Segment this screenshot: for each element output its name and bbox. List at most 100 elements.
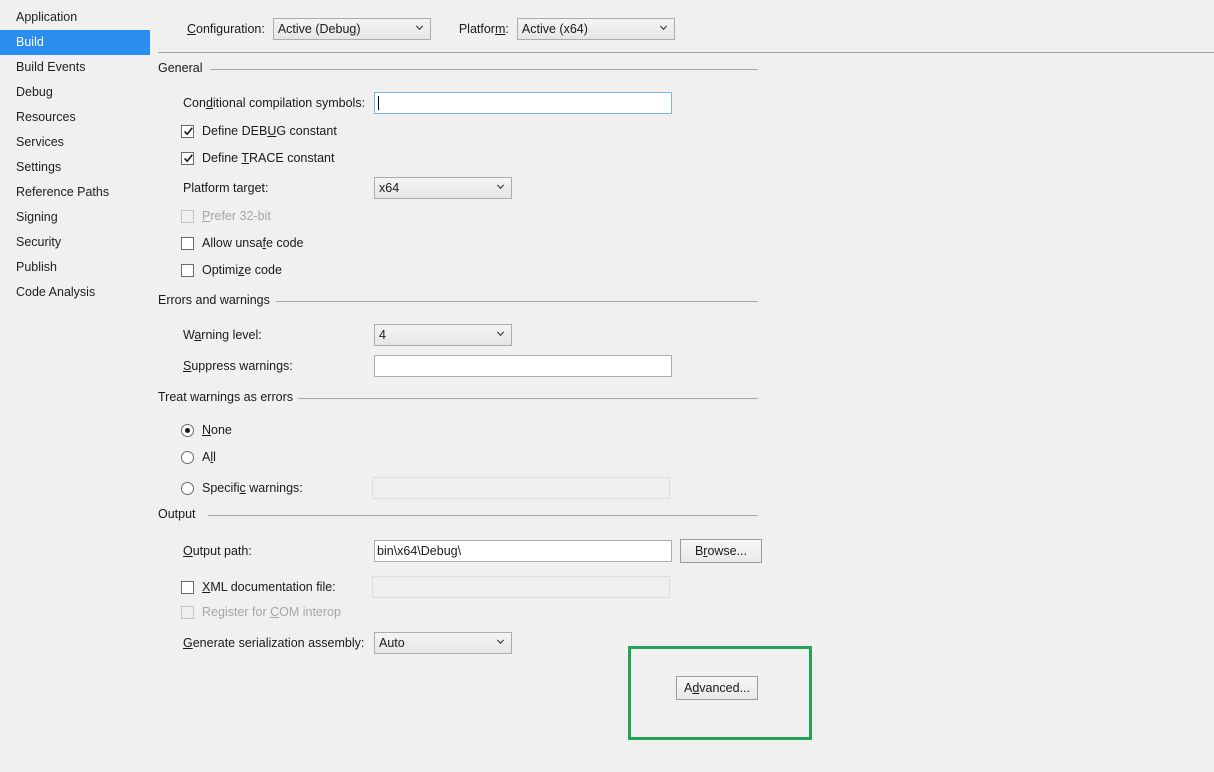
generate-serialization-label: Generate serialization assembly:: [183, 636, 365, 650]
output-path-row: Output path: bin\x64\Debug\ Browse...: [183, 539, 762, 563]
prefer-32bit-checkbox: [181, 209, 194, 223]
sidebar-item-label: Services: [16, 135, 64, 149]
xml-documentation-input: [372, 576, 670, 598]
platform-target-dropdown[interactable]: x64: [374, 177, 512, 199]
errors-warnings-group-header: Errors and warnings: [158, 293, 758, 309]
warning-level-value: 4: [379, 328, 386, 342]
settings-sidebar: Application Build Build Events Debug Res…: [0, 0, 153, 772]
group-divider: [210, 69, 758, 70]
text-caret: [378, 96, 379, 110]
checkmark-icon: [184, 153, 193, 162]
treat-warnings-none-row[interactable]: None: [181, 423, 232, 437]
conditional-symbols-row: Conditional compilation symbols:: [183, 92, 672, 114]
treat-warnings-none-label: None: [202, 423, 232, 437]
sidebar-item-publish[interactable]: Publish: [0, 255, 57, 280]
treat-warnings-specific-radio[interactable]: [181, 481, 194, 495]
treat-warnings-all-label: All: [202, 450, 216, 464]
suppress-warnings-label: Suppress warnings:: [183, 359, 293, 373]
platform-label: Platform:: [458, 22, 509, 36]
xml-documentation-checkbox[interactable]: [181, 580, 194, 594]
optimize-code-label: Optimize code: [202, 263, 282, 277]
sidebar-item-label: Resources: [16, 110, 76, 124]
conditional-symbols-input[interactable]: [374, 92, 672, 114]
treat-warnings-all-row[interactable]: All: [181, 450, 216, 464]
sidebar-item-debug[interactable]: Debug: [0, 80, 53, 105]
define-trace-row[interactable]: Define TRACE constant: [181, 151, 335, 165]
sidebar-item-application[interactable]: Application: [0, 5, 77, 30]
output-path-label: Output path:: [183, 544, 252, 558]
xml-documentation-row[interactable]: XML documentation file:: [181, 576, 670, 598]
chevron-down-icon: [415, 25, 423, 31]
checkmark-icon: [184, 126, 193, 135]
sidebar-item-resources[interactable]: Resources: [0, 105, 76, 130]
sidebar-item-security[interactable]: Security: [0, 230, 61, 255]
group-divider: [298, 398, 758, 399]
specific-warnings-input: [372, 477, 670, 499]
configuration-label: Configuration:: [187, 22, 265, 36]
chevron-down-icon: [659, 25, 667, 31]
output-group-title: Output: [158, 507, 204, 521]
platform-target-value: x64: [379, 181, 400, 195]
warning-level-dropdown[interactable]: 4: [374, 324, 512, 346]
browse-button[interactable]: Browse...: [680, 539, 762, 563]
suppress-warnings-row: Suppress warnings:: [183, 355, 672, 377]
sidebar-item-signing[interactable]: Signing: [0, 205, 58, 230]
define-debug-row[interactable]: Define DEBUG constant: [181, 124, 337, 138]
platform-target-row: Platform target: x64: [183, 177, 512, 199]
register-com-row: Register for COM interop: [181, 605, 341, 619]
chevron-down-icon: [496, 639, 505, 645]
configuration-dropdown[interactable]: Active (Debug): [272, 18, 431, 40]
sidebar-item-label: Settings: [16, 160, 62, 174]
sidebar-item-settings[interactable]: Settings: [0, 155, 61, 180]
output-path-input[interactable]: bin\x64\Debug\: [374, 540, 672, 562]
sidebar-item-label: Publish: [16, 260, 57, 274]
optimize-code-checkbox[interactable]: [181, 263, 194, 277]
treat-warnings-specific-row[interactable]: Specific warnings:: [181, 477, 670, 499]
platform-dropdown[interactable]: Active (x64): [516, 18, 675, 40]
errors-warnings-group: Errors and warnings: [158, 293, 758, 309]
header-divider: [158, 52, 1214, 53]
register-com-label: Register for COM interop: [202, 605, 341, 619]
sidebar-item-label: Build Events: [16, 60, 86, 74]
sidebar-item-label: Debug: [16, 85, 53, 99]
sidebar-item-label: Security: [16, 235, 62, 249]
sidebar-item-reference-paths[interactable]: Reference Paths: [0, 180, 109, 205]
sidebar-item-build[interactable]: Build: [0, 30, 153, 55]
define-debug-checkbox[interactable]: [181, 124, 194, 138]
sidebar-item-label: Signing: [16, 210, 58, 224]
prefer-32bit-row: Prefer 32-bit: [181, 209, 271, 223]
advanced-button[interactable]: Advanced...: [676, 676, 758, 700]
output-path-value: bin\x64\Debug\: [377, 544, 462, 558]
general-group-title: General: [158, 61, 211, 75]
sidebar-item-label: Build: [16, 35, 44, 49]
general-group-header: General: [158, 61, 758, 77]
allow-unsafe-checkbox[interactable]: [181, 236, 194, 250]
conditional-symbols-label: Conditional compilation symbols:: [183, 96, 366, 110]
suppress-warnings-input[interactable]: [374, 355, 672, 377]
generate-serialization-dropdown[interactable]: Auto: [374, 632, 512, 654]
radio-dot-icon: [185, 427, 190, 433]
define-trace-checkbox[interactable]: [181, 151, 194, 165]
output-group: Output: [158, 507, 758, 523]
output-group-header: Output: [158, 507, 758, 523]
selection-arrow-icon: [137, 30, 148, 54]
advanced-button-label: Advanced...: [683, 681, 751, 695]
sidebar-item-label: Code Analysis: [16, 285, 96, 299]
treat-warnings-specific-label: Specific warnings:: [202, 481, 303, 495]
treat-warnings-all-radio[interactable]: [181, 450, 194, 464]
treat-warnings-none-radio[interactable]: [181, 423, 194, 437]
optimize-code-row[interactable]: Optimize code: [181, 263, 282, 277]
allow-unsafe-row[interactable]: Allow unsafe code: [181, 236, 303, 250]
sidebar-item-services[interactable]: Services: [0, 130, 64, 155]
treat-warnings-group: Treat warnings as errors: [158, 390, 758, 406]
treat-warnings-group-title: Treat warnings as errors: [158, 390, 301, 404]
treat-warnings-group-header: Treat warnings as errors: [158, 390, 758, 406]
chevron-down-icon: [496, 331, 505, 337]
warning-level-row: Warning level: 4: [183, 324, 512, 346]
sidebar-item-code-analysis[interactable]: Code Analysis: [0, 280, 95, 305]
configuration-bar: Configuration: Active (Debug) Platform: …: [187, 18, 675, 40]
build-settings-pane: Configuration: Active (Debug) Platform: …: [150, 0, 1214, 772]
sidebar-item-label: Application: [16, 10, 78, 24]
sidebar-item-build-events[interactable]: Build Events: [0, 55, 85, 80]
prefer-32bit-label: Prefer 32-bit: [202, 209, 271, 223]
